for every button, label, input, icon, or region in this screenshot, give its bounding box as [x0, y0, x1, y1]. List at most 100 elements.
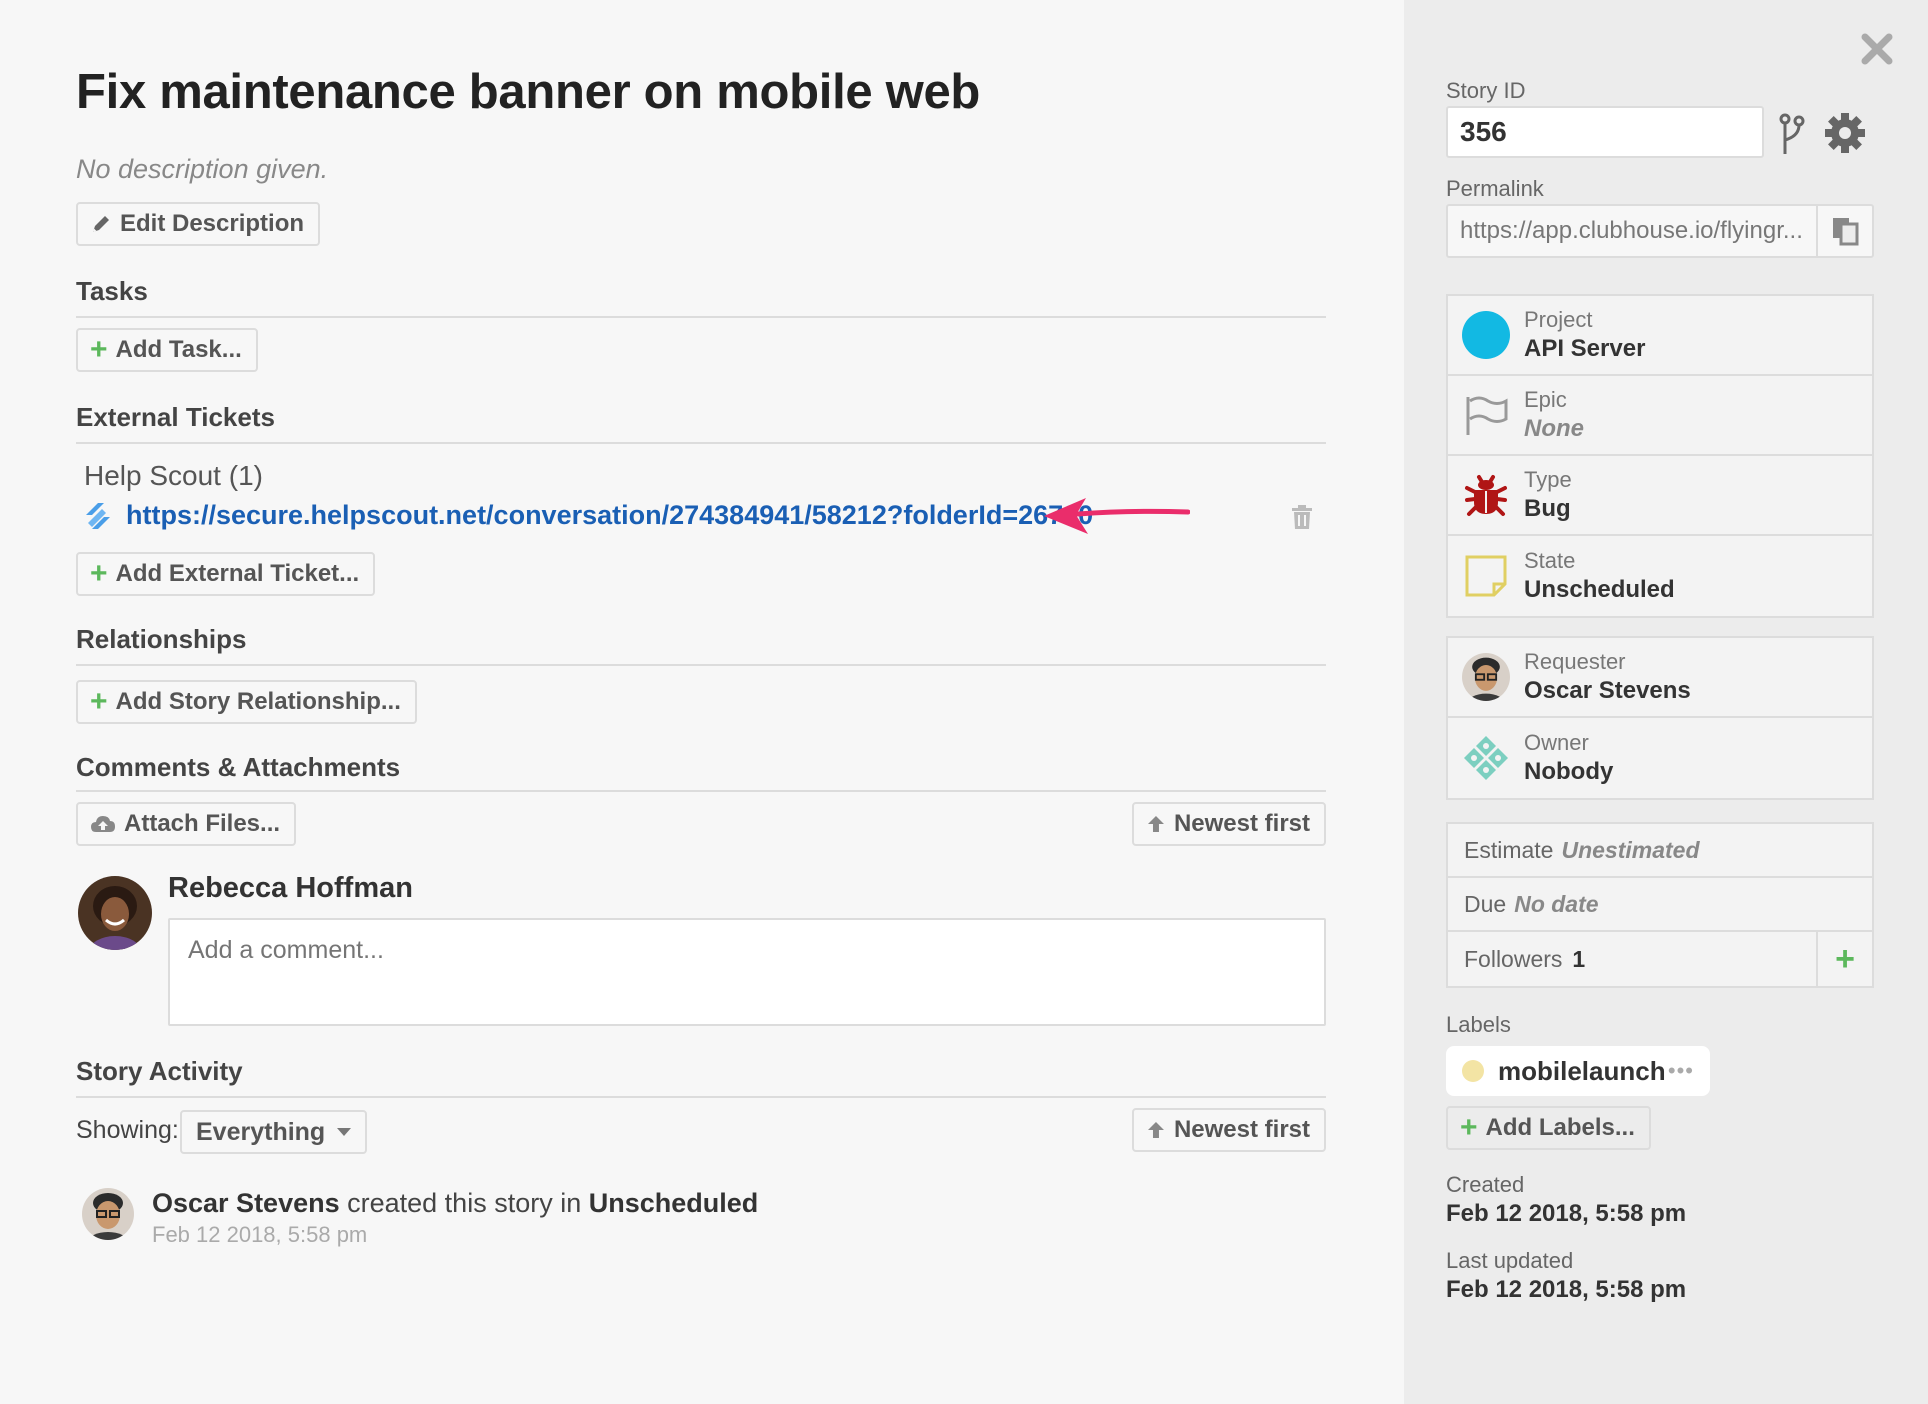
comments-heading: Comments & Attachments	[76, 752, 401, 782]
external-tickets-heading: External Tickets	[76, 402, 275, 432]
activity-sort-button[interactable]: Newest first	[1132, 1108, 1326, 1152]
permalink-label: Permalink	[1446, 176, 1544, 201]
story-title[interactable]: Fix maintenance banner on mobile web	[76, 64, 980, 120]
divider	[76, 790, 1326, 792]
divider	[76, 664, 1326, 666]
planning-card: Estimate Unestimated Due No date Followe…	[1446, 822, 1874, 988]
close-icon[interactable]	[1860, 32, 1894, 66]
owner-label: Owner	[1524, 730, 1589, 755]
activity-filter-select[interactable]: Everything	[180, 1110, 368, 1154]
cloud-upload-icon	[91, 816, 115, 832]
more-icon[interactable]: •••	[1668, 1058, 1694, 1084]
story-main-panel: Fix maintenance banner on mobile web No …	[0, 0, 1404, 1404]
plus-icon: +	[90, 685, 108, 718]
epic-row[interactable]: Epic None	[1448, 376, 1872, 456]
permalink-value: https://app.clubhouse.io/flyingr...	[1460, 217, 1803, 244]
activity-action: created this story in	[339, 1188, 589, 1218]
comments-sort-button[interactable]: Newest first	[1132, 802, 1326, 846]
activity-actor[interactable]: Oscar Stevens	[152, 1188, 340, 1218]
created-value: Feb 12 2018, 5:58 pm	[1446, 1200, 1687, 1227]
comment-input[interactable]	[168, 918, 1326, 1026]
edit-description-button[interactable]: Edit Description	[76, 202, 321, 246]
showing-label: Showing:	[76, 1116, 179, 1144]
story-id-field[interactable]: 356	[1446, 106, 1764, 158]
comments-sort-label: Newest first	[1173, 810, 1310, 837]
state-value: Unscheduled	[1524, 576, 1675, 603]
due-value: No date	[1514, 890, 1599, 917]
updated-label: Last updated	[1446, 1248, 1574, 1273]
state-label: State	[1524, 548, 1576, 573]
helpscout-icon	[86, 502, 110, 529]
label-chip[interactable]: mobilelaunch •••	[1446, 1046, 1710, 1096]
plus-icon: +	[1460, 1111, 1478, 1144]
pencil-icon	[93, 216, 109, 232]
add-task-button[interactable]: + Add Task...	[76, 328, 258, 372]
project-value: API Server	[1524, 335, 1646, 362]
trash-icon[interactable]	[1290, 504, 1314, 530]
add-labels-label: Add Labels...	[1485, 1114, 1635, 1141]
type-row[interactable]: Type Bug	[1448, 456, 1872, 536]
estimate-label: Estimate	[1464, 836, 1554, 863]
plus-icon: +	[90, 333, 108, 366]
add-follower-button[interactable]: +	[1816, 932, 1872, 986]
estimate-row[interactable]: Estimate Unestimated	[1448, 824, 1872, 878]
gear-icon[interactable]	[1824, 112, 1866, 154]
project-label: Project	[1524, 307, 1593, 332]
attach-files-button[interactable]: Attach Files...	[76, 802, 297, 846]
followers-row[interactable]: Followers 1 +	[1448, 932, 1872, 986]
activity-timestamp: Feb 12 2018, 5:58 pm	[152, 1222, 368, 1247]
epic-label: Epic	[1524, 387, 1567, 412]
chevron-down-icon	[337, 1128, 352, 1136]
type-value: Bug	[1524, 495, 1571, 522]
followers-count: 1	[1572, 945, 1586, 972]
add-external-ticket-button[interactable]: + Add External Ticket...	[76, 552, 376, 596]
add-story-relationship-button[interactable]: + Add Story Relationship...	[76, 680, 417, 724]
add-task-label: Add Task...	[115, 336, 242, 363]
copy-permalink-button[interactable]	[1816, 206, 1872, 256]
plus-icon: +	[1835, 939, 1855, 978]
project-row[interactable]: Project API Server	[1448, 296, 1872, 376]
avatar	[1462, 653, 1510, 701]
bug-icon	[1465, 475, 1507, 516]
git-branch-icon[interactable]	[1778, 112, 1806, 156]
activity-target: Unscheduled	[588, 1188, 759, 1218]
plus-icon: +	[90, 557, 108, 590]
note-icon	[1465, 555, 1507, 597]
comment-author: Rebecca Hoffman	[168, 872, 413, 904]
estimate-value: Unestimated	[1561, 836, 1700, 863]
divider	[76, 442, 1326, 444]
created-label: Created	[1446, 1172, 1525, 1197]
edit-description-label: Edit Description	[120, 210, 305, 237]
annotation-arrow-icon	[1044, 498, 1190, 534]
activity-entry: Oscar Stevens created this story in Unsc…	[152, 1188, 758, 1219]
labels-heading: Labels	[1446, 1012, 1511, 1037]
copy-icon	[1833, 218, 1859, 246]
requester-row[interactable]: Requester Oscar Stevens	[1448, 638, 1872, 718]
divider	[76, 316, 1326, 318]
epic-value: None	[1524, 415, 1584, 442]
people-card: Requester Oscar Stevens Owner Nobody	[1446, 636, 1874, 800]
arrow-up-icon	[1147, 1122, 1164, 1138]
ticket-provider: Help Scout (1)	[84, 460, 263, 491]
attach-files-label: Attach Files...	[124, 810, 281, 837]
requester-value: Oscar Stevens	[1524, 677, 1691, 704]
permalink-field[interactable]: https://app.clubhouse.io/flyingr...	[1446, 204, 1874, 258]
owner-avatar-icon	[1464, 736, 1508, 780]
story-attributes-card: Project API Server Epic None Type Bug St…	[1446, 294, 1874, 618]
add-labels-button[interactable]: + Add Labels...	[1446, 1106, 1651, 1150]
arrow-up-icon	[1147, 816, 1164, 832]
state-row[interactable]: State Unscheduled	[1448, 536, 1872, 616]
external-ticket-link[interactable]: https://secure.helpscout.net/conversatio…	[126, 500, 1093, 531]
owner-value: Nobody	[1524, 758, 1614, 785]
external-ticket-row: https://secure.helpscout.net/conversatio…	[84, 500, 1093, 531]
owner-row[interactable]: Owner Nobody	[1448, 718, 1872, 798]
due-row[interactable]: Due No date	[1448, 878, 1872, 932]
label-name: mobilelaunch	[1498, 1055, 1666, 1086]
activity-filter-value: Everything	[196, 1117, 326, 1146]
story-id-label: Story ID	[1446, 78, 1526, 103]
label-color-dot	[1462, 1060, 1484, 1082]
updated-value: Feb 12 2018, 5:58 pm	[1446, 1276, 1687, 1303]
project-color-icon	[1462, 311, 1510, 359]
story-description: No description given.	[76, 154, 329, 184]
avatar	[78, 876, 152, 950]
